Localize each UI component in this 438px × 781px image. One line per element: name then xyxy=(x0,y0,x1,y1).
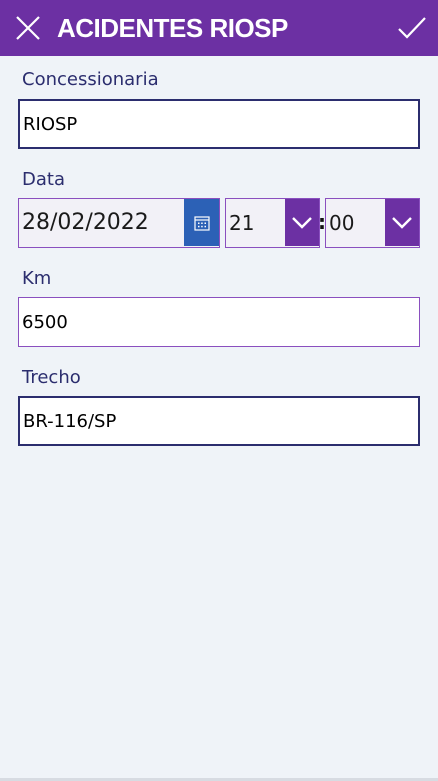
trecho-value: BR-116/SP xyxy=(23,410,117,432)
km-value: 6500 xyxy=(22,311,68,333)
date-picker[interactable]: 28/02/2022 xyxy=(18,198,220,248)
calendar-button[interactable] xyxy=(184,199,219,246)
trecho-label: Trecho xyxy=(22,367,81,388)
close-icon xyxy=(16,16,40,40)
minute-select[interactable]: 00 xyxy=(325,198,420,248)
app-header: ACIDENTES RIOSP xyxy=(0,0,438,56)
data-label: Data xyxy=(22,169,65,190)
trecho-field[interactable]: BR-116/SP xyxy=(18,396,420,446)
page-title: ACIDENTES RIOSP xyxy=(57,13,288,43)
km-field[interactable]: 6500 xyxy=(18,297,420,347)
calendar-icon xyxy=(193,215,210,231)
hour-dropdown-button[interactable] xyxy=(285,199,319,246)
concessionaria-value: RIOSP xyxy=(23,113,78,135)
chevron-down-icon xyxy=(292,216,312,229)
minute-dropdown-button[interactable] xyxy=(385,199,419,246)
hour-select[interactable]: 21 xyxy=(225,198,320,248)
checkmark-icon xyxy=(398,17,426,39)
hour-value: 21 xyxy=(229,210,255,235)
close-button[interactable] xyxy=(10,10,46,46)
date-value: 28/02/2022 xyxy=(22,210,149,235)
submit-button[interactable] xyxy=(394,10,430,46)
concessionaria-field[interactable]: RIOSP xyxy=(18,99,420,149)
minute-value: 00 xyxy=(329,210,355,235)
km-label: Km xyxy=(22,268,52,289)
chevron-down-icon xyxy=(392,216,412,229)
concessionaria-label: Concessionaria xyxy=(22,69,159,90)
